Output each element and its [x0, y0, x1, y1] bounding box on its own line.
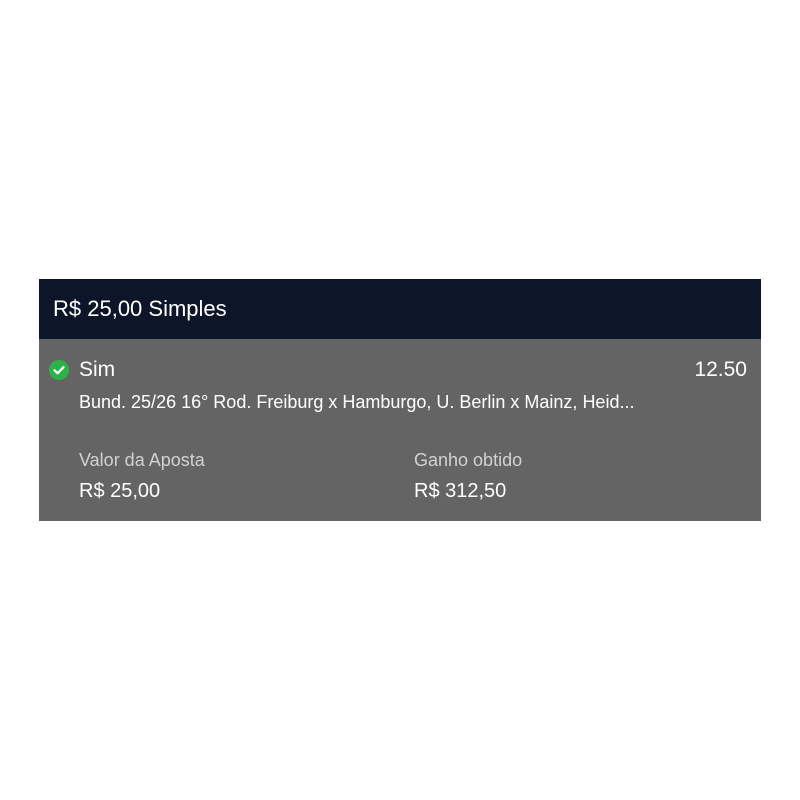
- winnings-block: Ganho obtido R$ 312,50: [414, 449, 522, 503]
- check-circle-icon: [49, 360, 69, 380]
- selection-name: Sim: [79, 358, 116, 381]
- winnings-label: Ganho obtido: [414, 450, 523, 470]
- selection-odds: 12.50: [694, 358, 747, 381]
- stake-value: R$ 25,00: [79, 480, 161, 502]
- stake-label: Valor da Aposta: [79, 450, 205, 470]
- selection-row: Sim 12.50: [49, 357, 747, 383]
- event-description: Bund. 25/26 16° Rod. Freiburg x Hamburgo…: [79, 392, 635, 412]
- stake-block: Valor da Aposta R$ 25,00: [79, 449, 205, 503]
- winnings-value: R$ 312,50: [414, 480, 507, 502]
- bet-header: R$ 25,00 Simples: [39, 279, 761, 339]
- bet-slip-card[interactable]: R$ 25,00 Simples Sim 12.50 Bund. 25/26 1…: [39, 279, 761, 521]
- bet-header-title: R$ 25,00 Simples: [53, 296, 227, 321]
